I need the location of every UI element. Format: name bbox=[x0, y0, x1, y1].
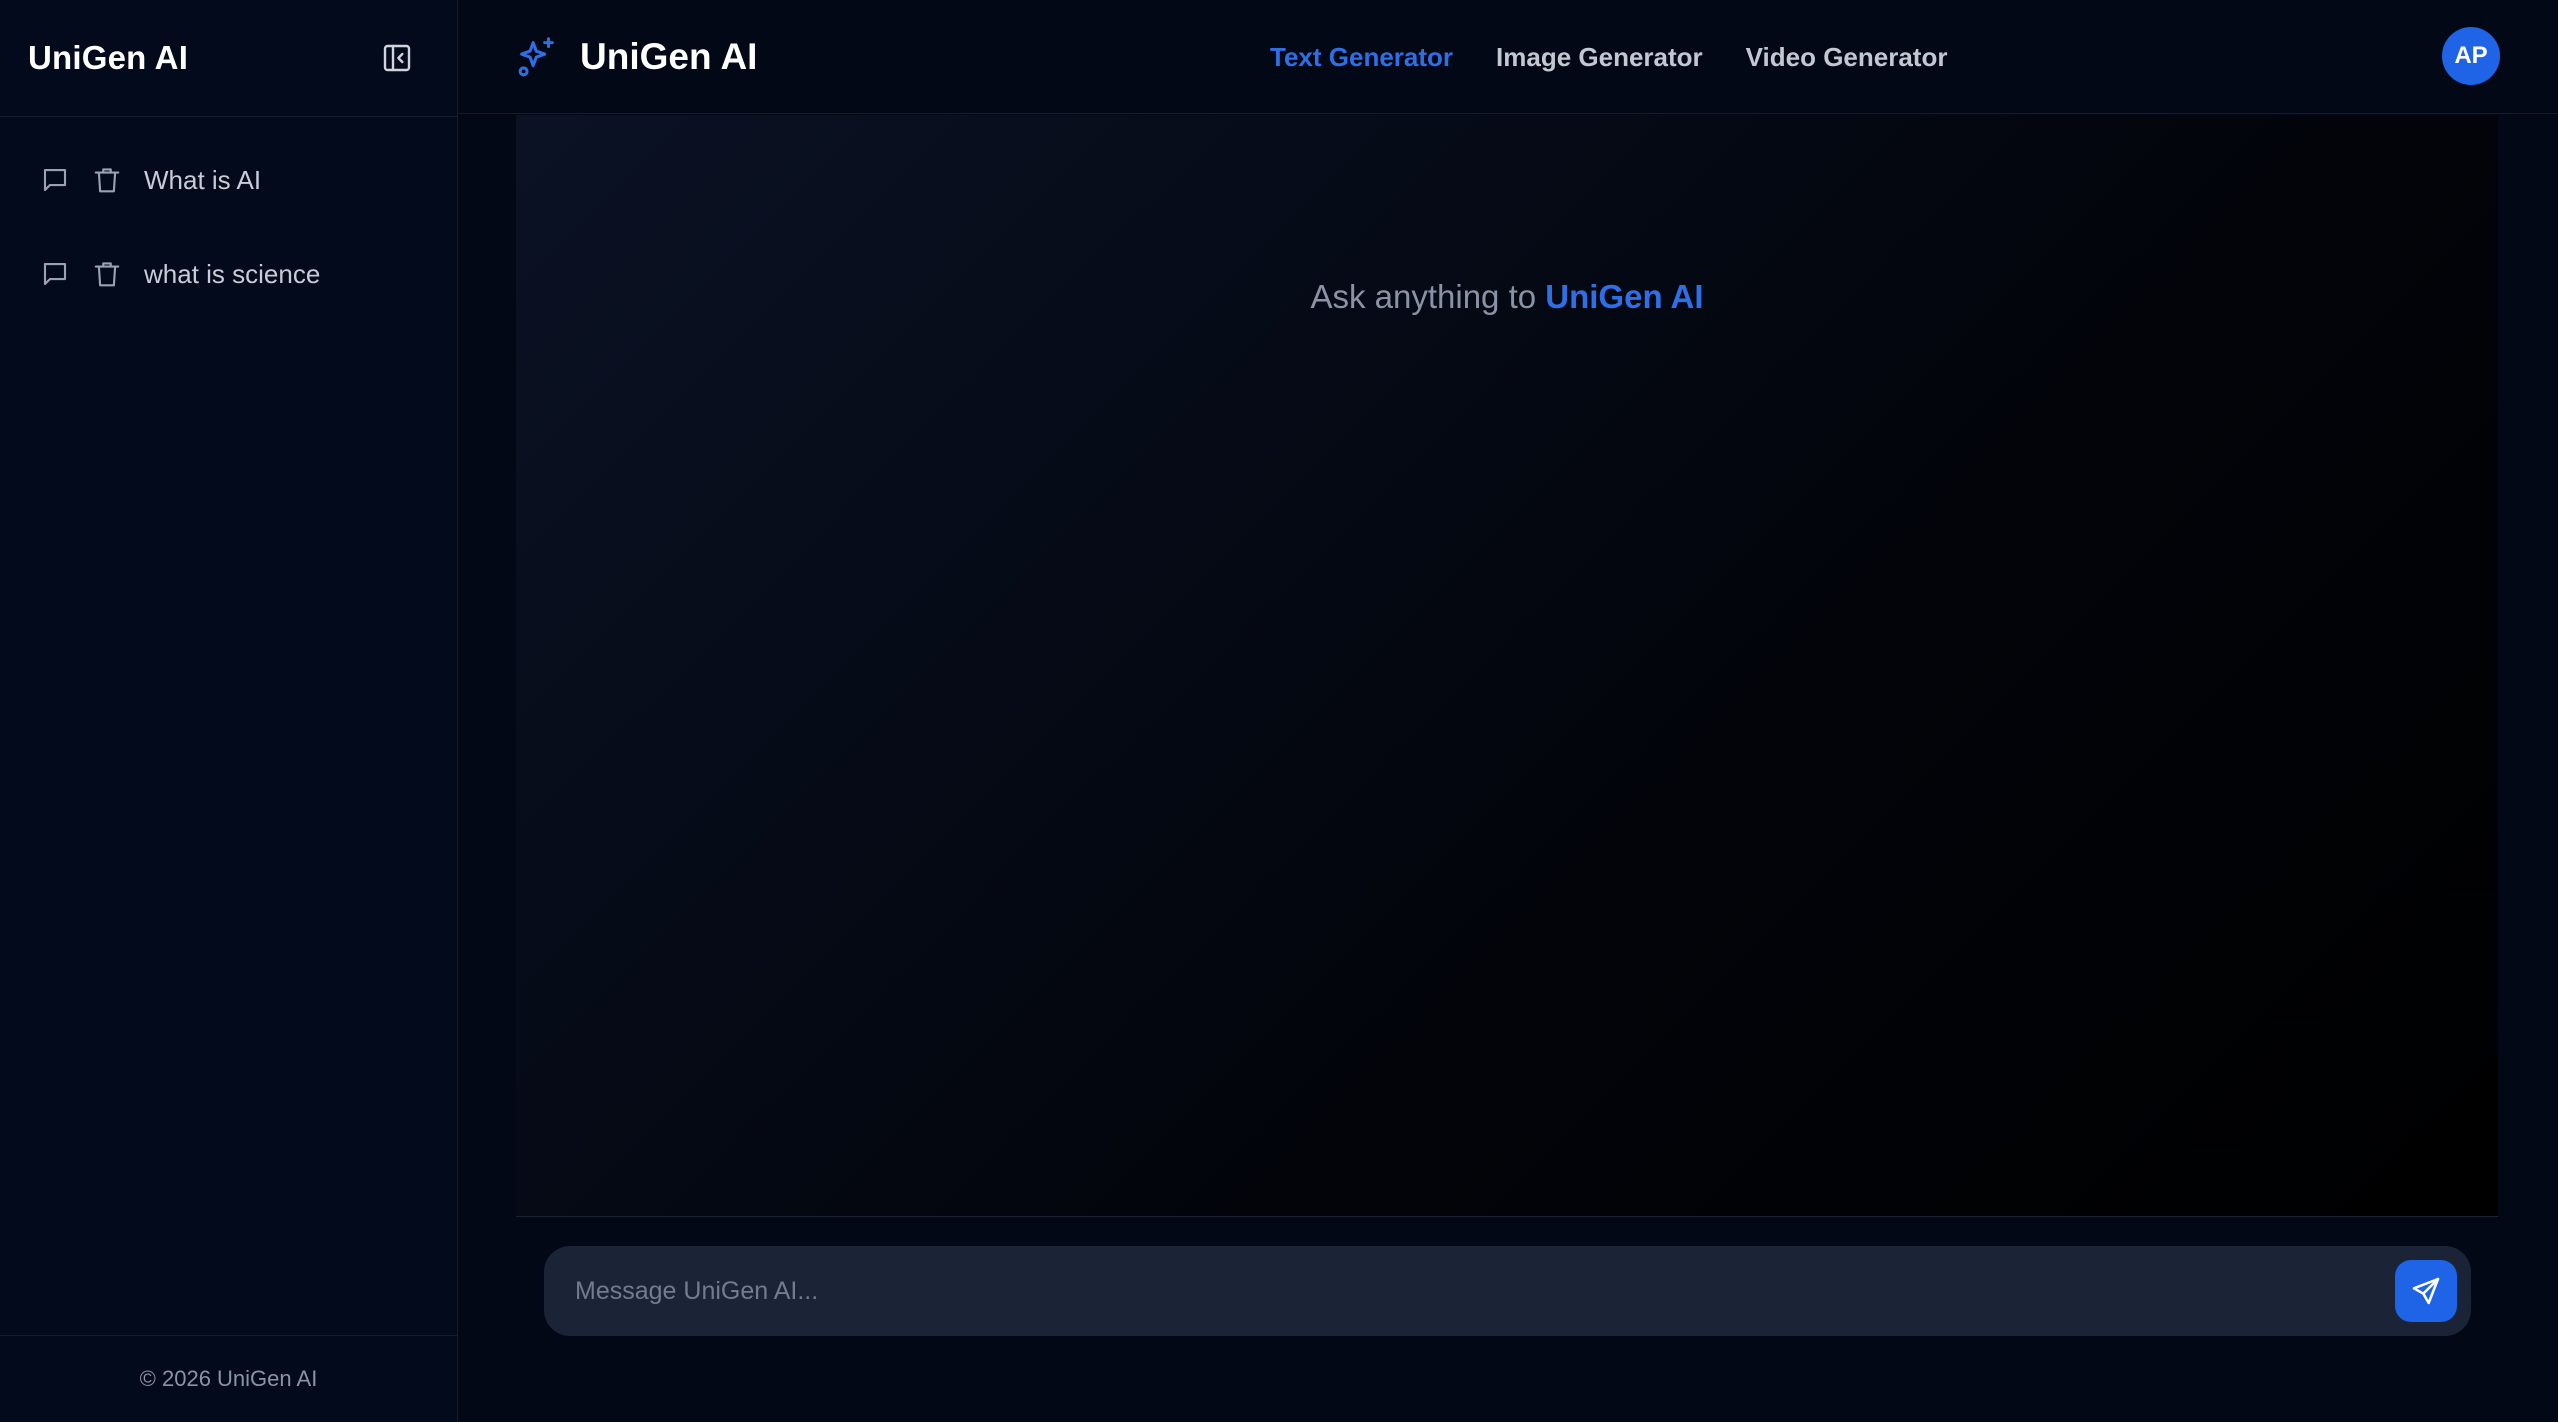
history-item-label: What is AI bbox=[144, 164, 262, 195]
trash-icon[interactable] bbox=[90, 257, 124, 291]
message-input[interactable] bbox=[573, 1261, 2395, 1321]
brand[interactable]: UniGen AI bbox=[514, 34, 757, 80]
send-button[interactable] bbox=[2395, 1260, 2457, 1322]
app-root: UniGen AI What is AI what is science © 2… bbox=[0, 0, 2558, 1422]
chat-bubble-icon bbox=[38, 257, 72, 291]
user-avatar[interactable]: AP bbox=[2442, 27, 2500, 85]
sidebar-header: UniGen AI bbox=[0, 0, 457, 117]
history-item[interactable]: what is science bbox=[0, 227, 457, 321]
sparkles-icon bbox=[514, 34, 560, 80]
sidebar-title: UniGen AI bbox=[28, 39, 189, 76]
chat-bubble-icon bbox=[38, 163, 72, 197]
nav-video-generator[interactable]: Video Generator bbox=[1746, 42, 1948, 73]
history-item[interactable]: What is AI bbox=[0, 133, 457, 227]
main-panel: UniGen AI Text Generator Image Generator… bbox=[458, 0, 2558, 1422]
send-icon bbox=[2412, 1277, 2440, 1305]
empty-state-prefix: Ask anything to bbox=[1310, 278, 1537, 315]
trash-icon[interactable] bbox=[90, 163, 124, 197]
empty-state-prompt: Ask anything to UniGen AI bbox=[516, 278, 2498, 316]
nav-text-generator[interactable]: Text Generator bbox=[1270, 42, 1453, 73]
brand-title: UniGen AI bbox=[580, 35, 758, 77]
top-bar: UniGen AI Text Generator Image Generator… bbox=[458, 0, 2558, 114]
chat-area: Ask anything to UniGen AI bbox=[516, 115, 2498, 1217]
empty-state-brand: UniGen AI bbox=[1545, 278, 1704, 315]
chat-history-list: What is AI what is science bbox=[0, 117, 457, 1335]
history-item-label: what is science bbox=[144, 258, 321, 289]
main-nav: Text Generator Image Generator Video Gen… bbox=[1270, 0, 1990, 114]
sidebar: UniGen AI What is AI what is science © 2… bbox=[0, 0, 458, 1422]
collapse-sidebar-button[interactable] bbox=[379, 40, 415, 76]
nav-image-generator[interactable]: Image Generator bbox=[1496, 42, 1703, 73]
sidebar-footer: © 2026 UniGen AI bbox=[0, 1335, 457, 1422]
sidebar-collapse-icon bbox=[383, 44, 411, 72]
message-composer bbox=[544, 1246, 2471, 1336]
